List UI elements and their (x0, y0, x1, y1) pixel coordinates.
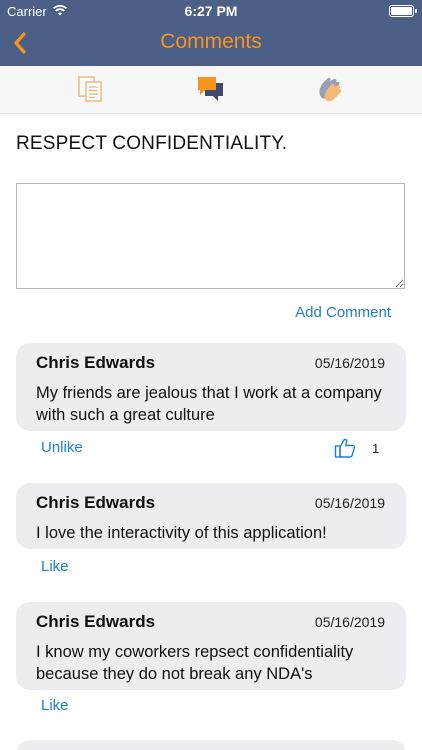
tab-applause[interactable] (314, 74, 348, 104)
status-time: 6:27 PM (184, 3, 238, 19)
thumbs-up-icon[interactable] (334, 437, 356, 459)
comment-card: Chris Edwards 05/16/2019 I love the inte… (16, 483, 406, 549)
tab-documents[interactable] (74, 74, 108, 104)
battery-icon (389, 5, 417, 17)
tab-bar (0, 66, 422, 114)
comment-author: Chris Edwards (36, 353, 156, 372)
chat-bubbles-icon (198, 77, 223, 101)
comment-card: Chris Edwards 05/16/2019 My friends are … (16, 343, 406, 431)
topic-heading: RESPECT CONFIDENTIALITY. (16, 133, 288, 154)
like-button[interactable]: Like (41, 558, 69, 575)
like-count: 1 (372, 441, 380, 456)
comment-text: I know my coworkers repsect confidential… (36, 643, 354, 683)
comment-card: Chris Edwards 05/16/2019 I know my cowor… (16, 602, 406, 690)
navigation-bar: Carrier 6:27 PM Comments (0, 0, 422, 66)
comment-card (16, 740, 406, 750)
unlike-button[interactable]: Unlike (41, 439, 83, 456)
comment-input[interactable] (16, 183, 405, 289)
comment-author: Chris Edwards (36, 493, 156, 512)
like-button[interactable]: Like (41, 697, 69, 714)
comment-date: 05/16/2019 (314, 614, 385, 630)
page-title: Comments (160, 30, 262, 53)
add-comment-button[interactable]: Add Comment (295, 304, 391, 321)
clapping-hands-icon (319, 77, 342, 102)
comment-text: My friends are jealous that I work at a … (36, 384, 382, 424)
comment-date: 05/16/2019 (314, 495, 385, 511)
comment-text: I love the interactivity of this applica… (36, 524, 327, 542)
comment-date: 05/16/2019 (314, 355, 385, 371)
comment-author: Chris Edwards (36, 612, 156, 631)
tab-comments[interactable] (194, 74, 228, 104)
status-bar: Carrier 6:27 PM (0, 0, 422, 22)
documents-icon (78, 76, 102, 102)
